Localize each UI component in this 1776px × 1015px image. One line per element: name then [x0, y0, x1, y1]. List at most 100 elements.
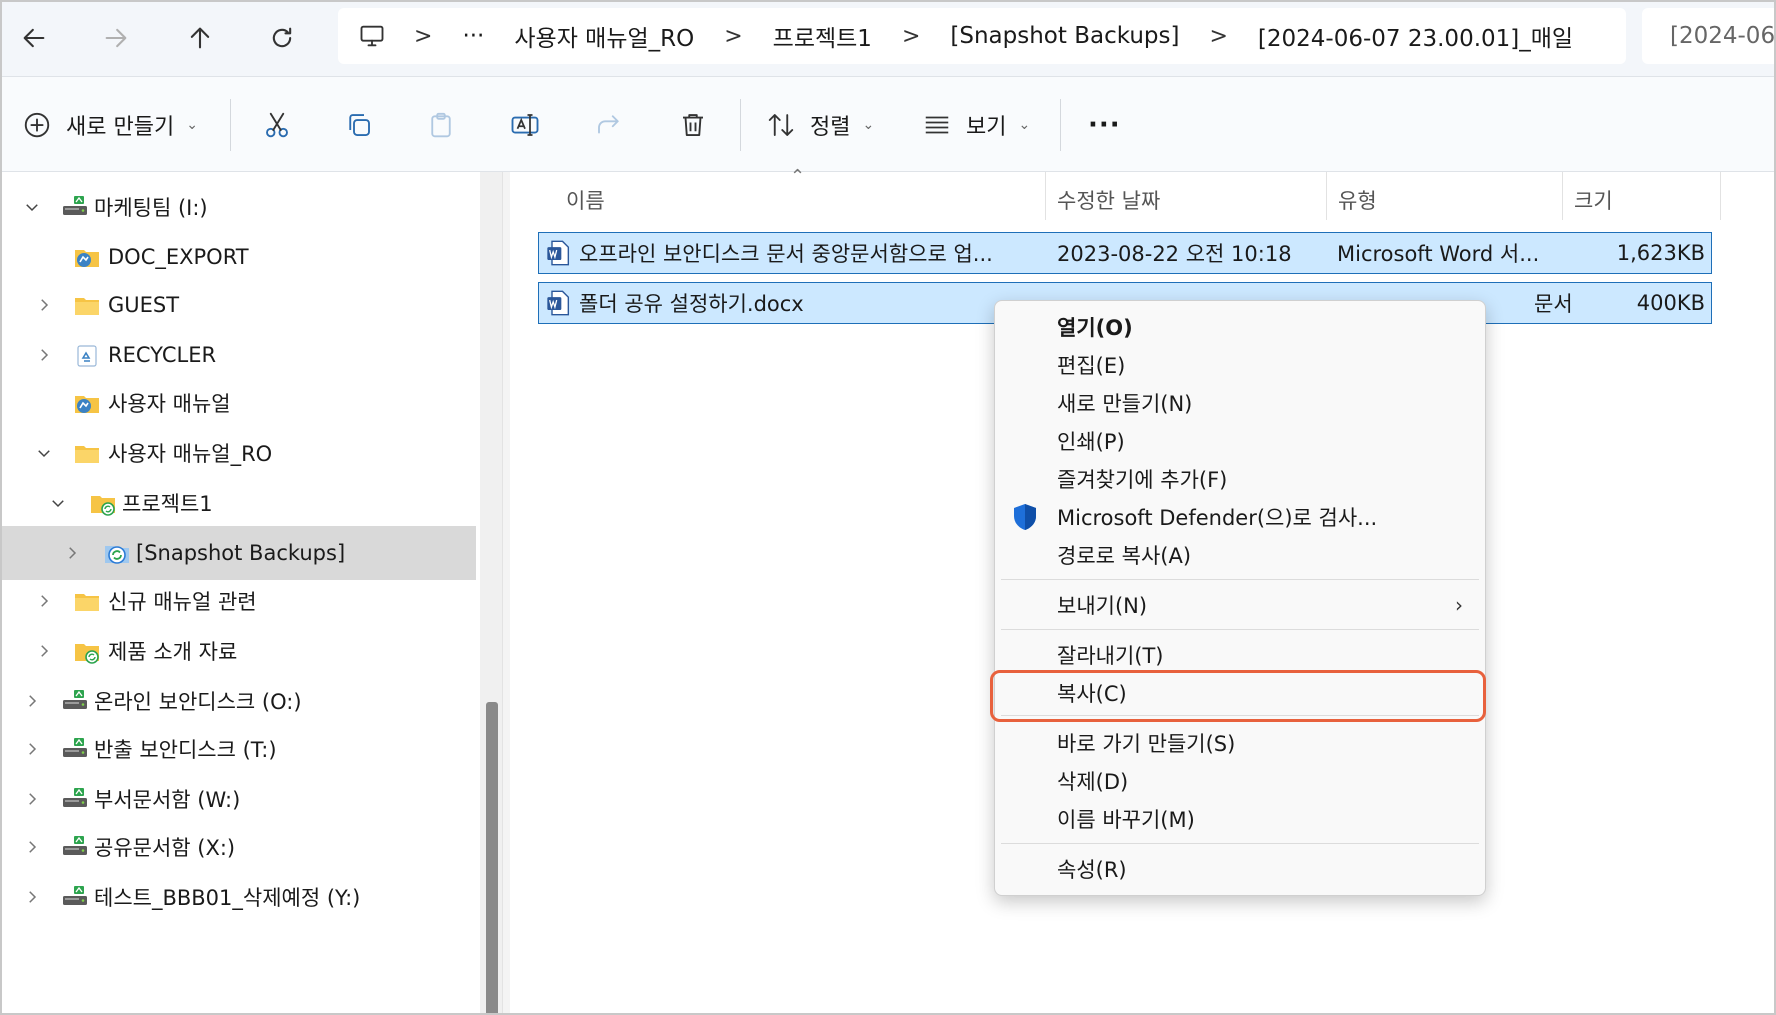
nav-tree-item[interactable]: 테스트_BBB01_삭제예정 (Y:) [2, 870, 476, 924]
chevron-down-icon: ⌄ [1018, 117, 1031, 133]
context-menu-item[interactable]: 새로 만들기(N) [995, 385, 1485, 421]
context-menu-item[interactable]: 바로 가기 만들기(S) [995, 725, 1485, 761]
context-menu-item[interactable]: 편집(E) [995, 347, 1485, 383]
copy-button[interactable] [344, 101, 374, 149]
context-menu-item[interactable]: 즐겨찾기에 추가(F) [995, 461, 1485, 497]
forward-button[interactable] [94, 16, 138, 60]
sort-button[interactable]: 정렬 ⌄ [766, 101, 874, 149]
nav-tree-item[interactable]: 반출 보안디스크 (T:) [2, 722, 476, 776]
column-header-size[interactable]: 크기 [1574, 172, 1613, 228]
network-drive-icon [60, 192, 90, 222]
nav-tree-item[interactable]: 온라인 보안디스크 (O:) [2, 674, 476, 728]
nav-tree-item[interactable]: 프로젝트1 [2, 476, 476, 530]
context-menu-label: 속성(R) [1057, 858, 1127, 882]
breadcrumb-segment[interactable]: [2024-06-07 23.00.01]_매일 [1258, 19, 1573, 53]
arrow-up-icon [190, 27, 210, 49]
context-menu-item[interactable]: 경로로 복사(A) [995, 537, 1485, 573]
breadcrumb-ellipsis[interactable]: ··· [462, 23, 484, 49]
breadcrumb-chevron[interactable]: > [902, 24, 920, 49]
column-divider[interactable] [1562, 172, 1563, 220]
context-menu-item[interactable]: 잘라내기(T) [995, 637, 1485, 673]
recycle-folder-icon [72, 340, 102, 370]
nav-tree-item[interactable]: 사용자 매뉴얼_RO [2, 426, 476, 480]
file-row[interactable]: 오프라인 보안디스크 문서 중앙문서함으로 업... 2023-08-22 오전… [538, 232, 1712, 274]
chevron-right-icon[interactable] [20, 737, 44, 761]
chevron-down-icon[interactable] [20, 195, 44, 219]
chevron-right-icon[interactable] [32, 343, 56, 367]
nav-tree-label: 테스트_BBB01_삭제예정 (Y:) [94, 886, 361, 910]
nav-tree-item[interactable]: 제품 소개 자료 [2, 624, 476, 678]
context-menu-item[interactable]: 인쇄(P) [995, 423, 1485, 459]
chevron-down-icon[interactable] [32, 441, 56, 465]
breadcrumb-chevron[interactable]: > [1209, 24, 1227, 49]
context-menu-item[interactable]: 이름 바꾸기(M) [995, 801, 1485, 837]
nav-tree-item[interactable]: RECYCLER [2, 328, 476, 382]
plus-circle-icon [24, 112, 50, 138]
chevron-right-icon[interactable] [32, 589, 56, 613]
breadcrumb-segment[interactable]: 프로젝트1 [773, 19, 872, 53]
context-menu-item[interactable]: 열기(O) [995, 309, 1485, 345]
refresh-icon [272, 27, 292, 48]
monitor-icon[interactable] [358, 22, 386, 50]
breadcrumb-segment[interactable]: [Snapshot Backups] [950, 23, 1179, 49]
chevron-right-icon[interactable] [32, 293, 56, 317]
share-button[interactable] [594, 101, 624, 149]
column-divider[interactable] [1326, 172, 1327, 220]
cut-button[interactable] [262, 101, 292, 149]
breadcrumb-chevron[interactable]: > [414, 24, 432, 49]
column-header-type[interactable]: 유형 [1338, 172, 1377, 228]
up-button[interactable] [178, 16, 222, 60]
context-menu-label: 인쇄(P) [1057, 430, 1125, 454]
word-document-icon [547, 290, 570, 316]
defender-shield-icon [1009, 501, 1041, 533]
breadcrumb-chevron[interactable]: > [724, 24, 742, 49]
chevron-right-icon[interactable] [20, 835, 44, 859]
chevron-right-icon[interactable] [20, 787, 44, 811]
breadcrumb[interactable]: > ··· 사용자 매뉴얼_RO > 프로젝트1 > [Snapshot Bac… [338, 8, 1626, 64]
refresh-button[interactable] [260, 16, 304, 60]
sort-caret-icon: ⌃ [790, 166, 806, 187]
new-button-label: 새로 만들기 [66, 115, 175, 140]
nav-tree-item[interactable]: GUEST [2, 278, 476, 332]
back-button[interactable] [12, 16, 56, 60]
word-document-icon [547, 240, 570, 266]
context-menu-item[interactable]: 속성(R) [995, 851, 1485, 887]
nav-tree-item[interactable]: 마케팅팀 (I:) [2, 180, 476, 234]
toolbar-divider [1060, 99, 1061, 151]
chevron-right-icon[interactable] [60, 541, 84, 565]
more-options-button[interactable]: ··· [1088, 101, 1121, 149]
new-button[interactable]: 새로 만들기 ⌄ [22, 101, 198, 149]
context-menu-item[interactable]: 삭제(D) [995, 763, 1485, 799]
delete-button[interactable] [678, 101, 708, 149]
context-menu-item[interactable]: Microsoft Defender(으)로 검사... [995, 499, 1485, 535]
toolbar-divider [740, 99, 741, 151]
chevron-down-icon[interactable] [46, 491, 70, 515]
paste-button[interactable] [426, 101, 456, 149]
file-name: 폴더 공유 설정하기.docx [579, 292, 804, 316]
breadcrumb-segment[interactable]: 사용자 매뉴얼_RO [514, 19, 694, 53]
pane-divider[interactable] [502, 172, 510, 1013]
nav-tree-item[interactable]: 사용자 매뉴얼 [2, 376, 476, 430]
column-header-modified[interactable]: 수정한 날짜 [1057, 172, 1160, 228]
column-divider[interactable] [1045, 172, 1046, 220]
clipboard-icon [431, 112, 451, 138]
column-header-name[interactable]: 이름 [566, 172, 605, 228]
view-button[interactable]: 보기 ⌄ [922, 101, 1030, 149]
chevron-right-icon[interactable] [20, 689, 44, 713]
chevron-right-icon[interactable] [32, 639, 56, 663]
nav-tree-item[interactable]: 공유문서함 (X:) [2, 820, 476, 874]
column-divider[interactable] [1720, 172, 1721, 220]
chevron-right-icon[interactable] [20, 885, 44, 909]
file-size: 1,623KB [1616, 241, 1705, 265]
sync-folder-icon [72, 636, 102, 666]
nav-scrollbar-thumb[interactable] [486, 702, 498, 1013]
nav-tree-label: 사용자 매뉴얼 [108, 392, 231, 416]
nav-tree-item[interactable]: 부서문서함 (W:) [2, 772, 476, 826]
next-path-tab[interactable]: [2024-06- [1642, 8, 1774, 64]
context-menu-item[interactable]: 보내기(N) › [995, 587, 1485, 623]
rename-button[interactable] [510, 101, 540, 149]
context-menu-item[interactable]: 복사(C) [995, 675, 1485, 711]
nav-tree-item[interactable]: DOC_EXPORT [2, 230, 476, 284]
nav-tree-item[interactable]: [Snapshot Backups] [2, 526, 476, 580]
nav-tree-item[interactable]: 신규 매뉴얼 관련 [2, 574, 476, 628]
